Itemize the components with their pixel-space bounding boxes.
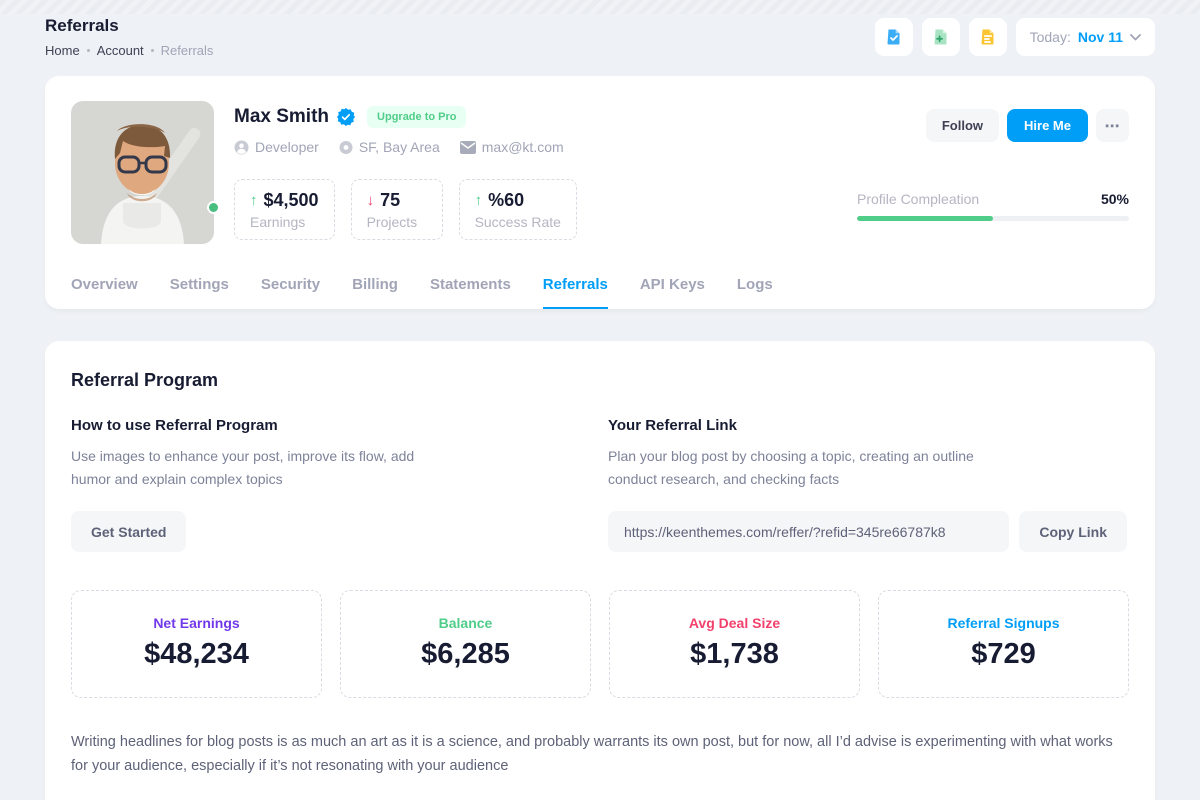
referral-link-input[interactable]: https://keenthemes.com/reffer/?refid=345… [608,511,1009,552]
profile-mini-stats: ↑ $4,500 Earnings ↓ 75 Projects [234,179,837,240]
metric-value: $1,738 [610,638,859,671]
metric-balance: Balance $6,285 [340,590,591,698]
referral-link-description: Plan your blog post by choosing a topic,… [608,445,1020,490]
referral-program-heading: Referral Program [71,370,1129,391]
profile-name: Max Smith [234,106,329,128]
get-started-button[interactable]: Get Started [71,511,186,552]
hire-me-button[interactable]: Hire Me [1007,109,1088,142]
metric-avg-deal-size: Avg Deal Size $1,738 [609,590,860,698]
file-check-button[interactable] [875,18,913,56]
file-lines-icon [978,27,998,47]
metric-label: Referral Signups [879,615,1128,631]
referral-note: Writing headlines for blog posts is as m… [71,731,1129,779]
file-check-icon [884,27,904,47]
file-plus-icon [931,27,951,47]
metric-referral-signups: Referral Signups $729 [878,590,1129,698]
tab-billing[interactable]: Billing [352,266,398,309]
date-selector[interactable]: Today: Nov 11 [1016,18,1155,56]
tab-overview[interactable]: Overview [71,266,138,309]
stat-projects: ↓ 75 Projects [351,179,443,240]
stat-success-rate: ↑ %60 Success Rate [459,179,577,240]
arrow-down-icon: ↓ [367,192,375,209]
stat-label: Success Rate [475,214,561,230]
online-status-dot [207,201,220,214]
follow-button[interactable]: Follow [926,109,999,142]
date-label: Today: [1030,29,1071,45]
date-value: Nov 11 [1078,29,1123,45]
user-icon [234,140,249,155]
more-options-button[interactable]: ⋯ [1096,109,1129,142]
copy-link-button[interactable]: Copy Link [1019,511,1127,552]
ellipsis-icon: ⋯ [1105,118,1121,135]
tab-security[interactable]: Security [261,266,320,309]
metric-value: $729 [879,638,1128,671]
breadcrumb-current: Referrals [161,43,214,58]
metric-label: Balance [341,615,590,631]
stat-value: $4,500 [264,190,319,211]
arrow-up-icon: ↑ [250,192,258,209]
upgrade-to-pro-badge[interactable]: Upgrade to Pro [367,106,466,128]
tab-settings[interactable]: Settings [170,266,229,309]
stat-label: Earnings [250,214,319,230]
profile-role: Developer [234,139,319,155]
file-lines-button[interactable] [969,18,1007,56]
tab-referrals[interactable]: Referrals [543,266,608,309]
metric-net-earnings: Net Earnings $48,234 [71,590,322,698]
breadcrumb-separator [87,49,90,52]
progress-percent: 50% [1101,191,1129,207]
breadcrumb-separator [151,49,154,52]
referral-link-title: Your Referral Link [608,417,1129,434]
page-header: Referrals Home Account Referrals [45,16,1155,58]
progress-bar [857,216,1129,221]
metric-label: Net Earnings [72,615,321,631]
breadcrumb-home[interactable]: Home [45,43,80,58]
stat-value: 75 [380,190,400,211]
tab-api-keys[interactable]: API Keys [640,266,705,309]
verified-badge-icon [337,108,355,126]
avatar [71,101,214,244]
breadcrumb: Home Account Referrals [45,43,213,58]
page-title: Referrals [45,16,213,36]
referral-metrics: Net Earnings $48,234 Balance $6,285 Avg … [71,590,1129,698]
profile-card: Max Smith Upgrade to Pro Developer SF, B… [45,76,1155,309]
tab-logs[interactable]: Logs [737,266,773,309]
stat-label: Projects [367,214,427,230]
metric-label: Avg Deal Size [610,615,859,631]
progress-label: Profile Compleation [857,191,979,207]
file-plus-button[interactable] [922,18,960,56]
tab-statements[interactable]: Statements [430,266,511,309]
location-pin-icon [339,140,353,155]
metric-value: $6,285 [341,638,590,671]
envelope-icon [460,141,476,154]
profile-completion: Profile Compleation 50% [857,191,1129,221]
metric-value: $48,234 [72,638,321,671]
profile-email: max@kt.com [460,139,564,155]
stat-value: %60 [488,190,524,211]
how-to-description: Use images to enhance your post, improve… [71,445,449,490]
referral-program-card: Referral Program How to use Referral Pro… [45,341,1155,800]
how-to-title: How to use Referral Program [71,417,608,434]
profile-tabs: Overview Settings Security Billing State… [71,266,1129,309]
chevron-down-icon [1130,34,1141,41]
arrow-up-icon: ↑ [475,192,483,209]
profile-location: SF, Bay Area [339,139,440,155]
stat-earnings: ↑ $4,500 Earnings [234,179,335,240]
breadcrumb-account[interactable]: Account [97,43,144,58]
progress-bar-fill [857,216,993,221]
